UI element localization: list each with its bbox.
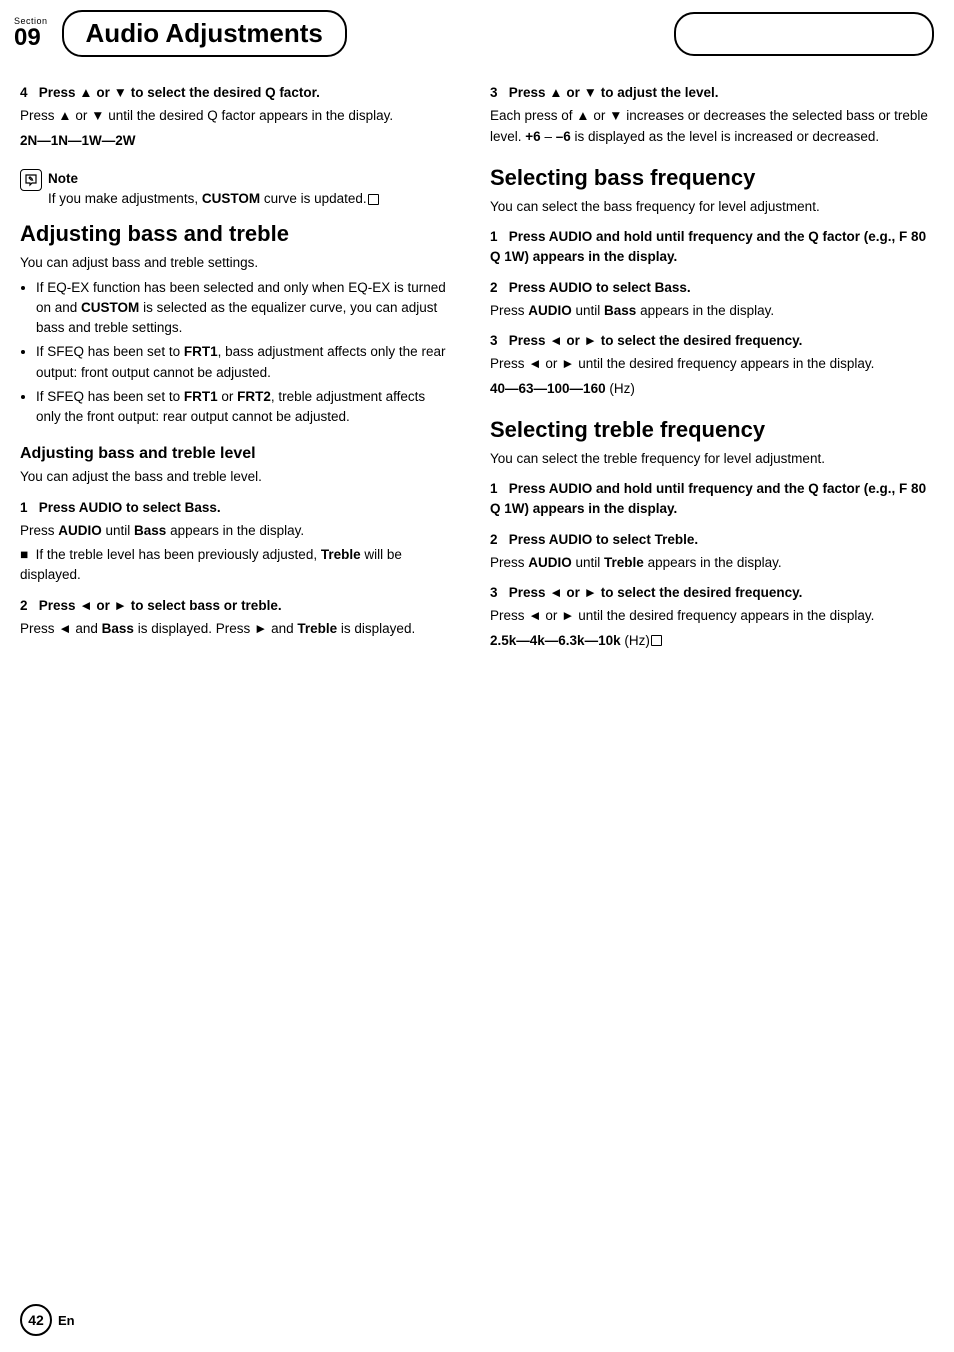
adjusting-bass-treble-section: Adjusting bass and treble You can adjust… xyxy=(20,221,450,427)
s4-step3-body: Press ◄ or ► until the desired frequency… xyxy=(490,606,934,626)
note-box: ✎ Note If you make adjustments, CUSTOM c… xyxy=(20,169,450,210)
adjusting-level-section: Adjusting bass and treble level You can … xyxy=(20,445,450,639)
s3-step3-body: Press ◄ or ► until the desired frequency… xyxy=(490,354,934,374)
s3-step3-sequence: 40—63—100—160 (Hz) xyxy=(490,379,934,399)
bullet-item-2: If SFEQ has been set to FRT1, bass adjus… xyxy=(36,342,450,383)
svg-text:✎: ✎ xyxy=(28,175,34,183)
section-number: 09 xyxy=(14,26,41,50)
page-number: 42 xyxy=(20,1304,52,1336)
page-footer: 42 En xyxy=(20,1304,75,1336)
step4-sequence: 2N—1N—1W—2W xyxy=(20,131,450,151)
section1-intro: You can adjust bass and treble settings. xyxy=(20,253,450,273)
r-step3-body: Each press of ▲ or ▼ increases or decrea… xyxy=(490,106,934,147)
s4-step3-heading: 3 Press ◄ or ► to select the desired fre… xyxy=(490,583,934,603)
section-badge: Section 09 xyxy=(14,17,48,50)
right-column: 3 Press ▲ or ▼ to adjust the level. Each… xyxy=(470,73,934,669)
bullet-item-3: If SFEQ has been set to FRT1 or FRT2, tr… xyxy=(36,387,450,428)
header-right-box xyxy=(674,12,934,56)
s2-step1-body2: ■ If the treble level has been previousl… xyxy=(20,545,450,586)
s3-step1-heading: 1 Press AUDIO and hold until frequency a… xyxy=(490,227,934,268)
s3-step2-heading: 2 Press AUDIO to select Bass. xyxy=(490,278,934,298)
s2-step1-body1: Press AUDIO until Bass appears in the di… xyxy=(20,521,450,541)
r-step3-heading: 3 Press ▲ or ▼ to adjust the level. xyxy=(490,83,934,103)
section3-intro: You can select the bass frequency for le… xyxy=(490,197,934,217)
section4-intro: You can select the treble frequency for … xyxy=(490,449,934,469)
step4-block: 4 Press ▲ or ▼ to select the desired Q f… xyxy=(20,83,450,151)
page: Section 09 Audio Adjustments 4 Press ▲ o… xyxy=(0,0,954,1352)
note-content: Note If you make adjustments, CUSTOM cur… xyxy=(48,169,379,210)
title-box: Audio Adjustments xyxy=(62,10,347,57)
s4-step3-sequence: 2.5k—4k—6.3k—10k (Hz) xyxy=(490,631,934,651)
page-header: Section 09 Audio Adjustments xyxy=(0,0,954,63)
note-title: Note xyxy=(48,171,78,186)
page-title: Audio Adjustments xyxy=(86,18,323,49)
stop-icon xyxy=(368,194,379,205)
language-label: En xyxy=(58,1313,75,1328)
stop-icon-2 xyxy=(651,635,662,646)
s2-step2-heading: 2 Press ◄ or ► to select bass or treble. xyxy=(20,596,450,616)
treble-freq-section: Selecting treble frequency You can selec… xyxy=(490,417,934,651)
s2-step2-body: Press ◄ and Bass is displayed. Press ► a… xyxy=(20,619,450,639)
s3-step2-body: Press AUDIO until Bass appears in the di… xyxy=(490,301,934,321)
step4-body: Press ▲ or ▼ until the desired Q factor … xyxy=(20,106,450,126)
section4-title: Selecting treble frequency xyxy=(490,417,934,443)
section2-title: Adjusting bass and treble level xyxy=(20,445,450,463)
note-icon: ✎ xyxy=(20,169,42,191)
bullet-list: If EQ-EX function has been selected and … xyxy=(36,278,450,428)
main-content: 4 Press ▲ or ▼ to select the desired Q f… xyxy=(0,63,954,689)
s3-step3-heading: 3 Press ◄ or ► to select the desired fre… xyxy=(490,331,934,351)
left-column: 4 Press ▲ or ▼ to select the desired Q f… xyxy=(20,73,470,669)
s4-step2-body: Press AUDIO until Treble appears in the … xyxy=(490,553,934,573)
section3-title: Selecting bass frequency xyxy=(490,165,934,191)
section2-intro: You can adjust the bass and treble level… xyxy=(20,467,450,487)
bullet-item-1: If EQ-EX function has been selected and … xyxy=(36,278,450,339)
r-step3-block: 3 Press ▲ or ▼ to adjust the level. Each… xyxy=(490,83,934,147)
s4-step1-heading: 1 Press AUDIO and hold until frequency a… xyxy=(490,479,934,520)
bass-freq-section: Selecting bass frequency You can select … xyxy=(490,165,934,399)
note-body: If you make adjustments, CUSTOM curve is… xyxy=(48,191,379,206)
s2-step1-heading: 1 Press AUDIO to select Bass. xyxy=(20,498,450,518)
step4-heading: 4 Press ▲ or ▼ to select the desired Q f… xyxy=(20,83,450,103)
s4-step2-heading: 2 Press AUDIO to select Treble. xyxy=(490,530,934,550)
section1-title: Adjusting bass and treble xyxy=(20,221,450,247)
